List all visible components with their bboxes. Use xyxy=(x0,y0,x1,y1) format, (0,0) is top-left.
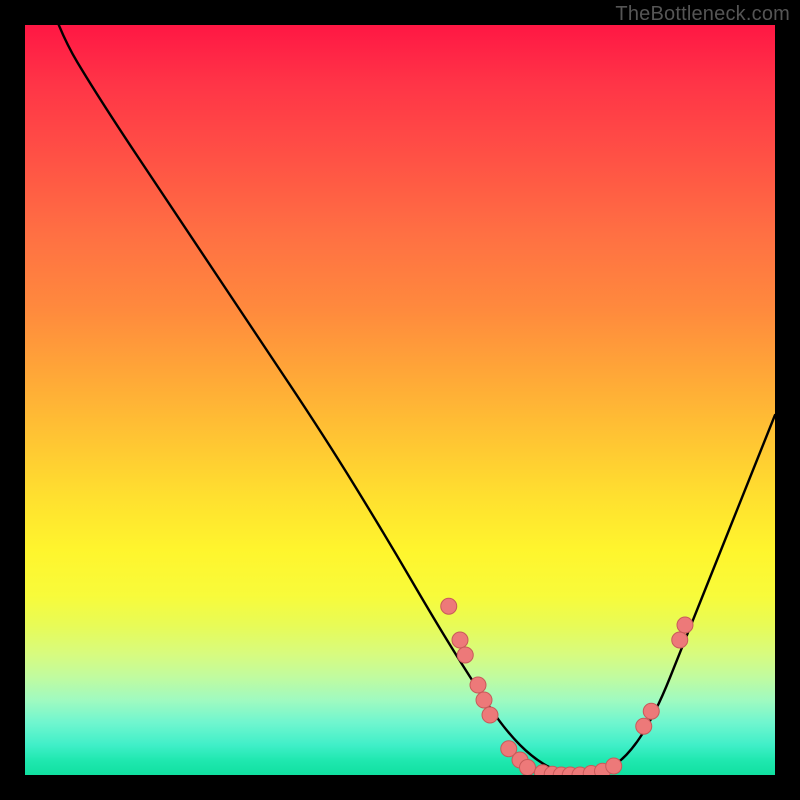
data-point xyxy=(476,692,492,708)
chart-frame: TheBottleneck.com xyxy=(0,0,800,800)
data-point xyxy=(672,632,688,648)
data-point xyxy=(677,617,693,633)
data-point xyxy=(606,758,622,774)
data-point xyxy=(452,632,468,648)
curve-layer xyxy=(25,25,775,775)
data-point xyxy=(482,707,498,723)
bottleneck-curve xyxy=(25,25,775,775)
data-point xyxy=(457,647,473,663)
watermark-text: TheBottleneck.com xyxy=(615,3,790,26)
plot-area xyxy=(25,25,775,775)
data-point xyxy=(520,760,536,776)
data-point xyxy=(470,677,486,693)
data-point xyxy=(643,703,659,719)
data-point xyxy=(636,718,652,734)
data-point xyxy=(441,598,457,614)
